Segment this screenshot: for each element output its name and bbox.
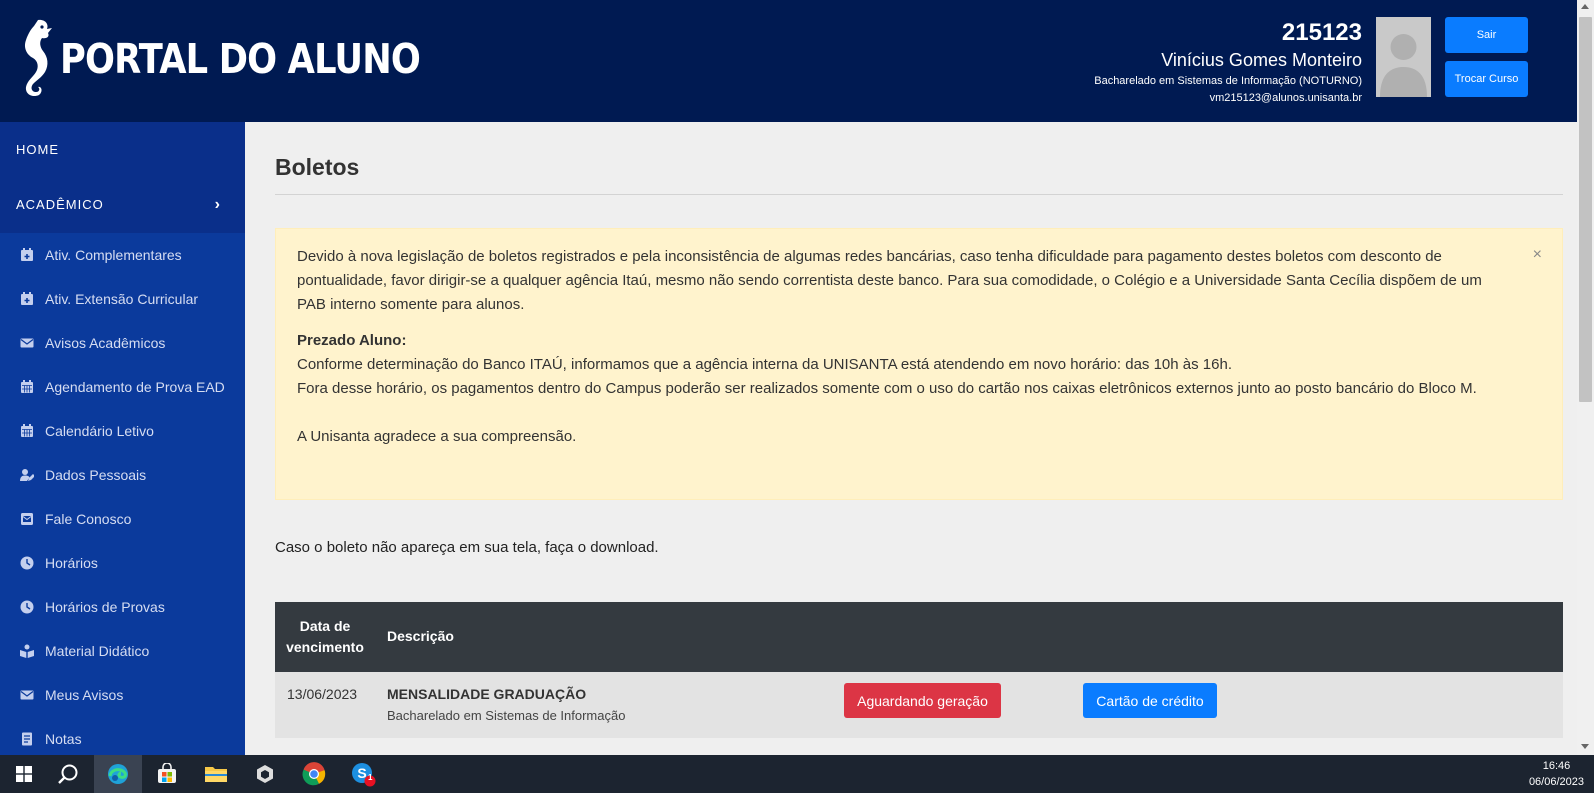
sidebar-item-ativ-complementares[interactable]: Ativ. Complementares xyxy=(0,233,245,277)
alert-heading: Prezado Aluno: xyxy=(297,329,1487,353)
table-row: 13/06/2023 MENSALIDADE GRADUAÇÃO Bachare… xyxy=(275,672,1563,738)
sidebar-item-calendario-letivo[interactable]: Calendário Letivo xyxy=(0,409,245,453)
sidebar-item-label: Fale Conosco xyxy=(45,511,132,527)
sidebar-item-label: HOME xyxy=(16,142,59,157)
calendar-icon xyxy=(20,424,34,438)
edge-browser-icon[interactable] xyxy=(94,755,142,793)
column-header-date-line1: Data de xyxy=(299,618,351,634)
calendar-plus-icon xyxy=(20,292,34,306)
user-course: Bacharelado em Sistemas de Informação (N… xyxy=(1094,75,1362,87)
book-reader-icon xyxy=(20,644,34,658)
description-title: MENSALIDADE GRADUAÇÃO xyxy=(387,686,587,702)
microsoft-store-icon[interactable] xyxy=(143,755,191,793)
sidebar-item-label: Dados Pessoais xyxy=(45,467,147,483)
main-content: Boletos × Devido à nova legislação de bo… xyxy=(275,122,1563,738)
alert-heading-text: Prezado Aluno: xyxy=(297,332,407,349)
top-header: PORTAL DO ALUNO 215123 Vinícius Gomes Mo… xyxy=(0,0,1594,122)
sidebar-item-dados-pessoais[interactable]: Dados Pessoais xyxy=(0,453,245,497)
skype-icon[interactable]: S 1 xyxy=(339,755,387,793)
user-silhouette-icon xyxy=(1380,34,1427,97)
column-header-date-line2: vencimento xyxy=(286,639,364,655)
description-subtitle: Bacharelado em Sistemas de Informação xyxy=(387,708,626,723)
envelope-icon xyxy=(20,336,34,350)
table-header: Data de vencimento Descrição xyxy=(275,602,1563,672)
mail-bulk-icon xyxy=(20,512,34,526)
sidebar-item-notas[interactable]: Notas xyxy=(0,717,245,755)
user-name: Vinícius Gomes Monteiro xyxy=(1161,50,1362,70)
sidebar-item-label: Meus Avisos xyxy=(45,687,124,703)
page-scrollbar[interactable] xyxy=(1577,0,1594,755)
switch-course-button[interactable]: Trocar Curso xyxy=(1445,61,1528,97)
sidebar-item-ativ-extensao[interactable]: Ativ. Extensão Curricular xyxy=(0,277,245,321)
sidebar-item-fale-conosco[interactable]: Fale Conosco xyxy=(0,497,245,541)
sidebar-item-meus-avisos[interactable]: Meus Avisos xyxy=(0,673,245,717)
scroll-down-arrow-icon[interactable] xyxy=(1581,744,1589,749)
seahorse-logo-icon xyxy=(24,19,52,97)
page-title: Boletos xyxy=(275,152,1563,195)
alert-paragraph-campus: Fora desse horário, os pagamentos dentro… xyxy=(297,380,1477,397)
sidebar-item-horarios[interactable]: Horários xyxy=(0,541,245,585)
user-id: 215123 xyxy=(1281,19,1362,46)
sidebar-item-avisos-academicos[interactable]: Avisos Acadêmicos xyxy=(0,321,245,365)
alert-paragraph-legislation: Devido à nova legislação de boletos regi… xyxy=(297,248,1482,313)
sidebar-item-material-didatico[interactable]: Material Didático xyxy=(0,629,245,673)
download-note: Caso o boleto não apareça em sua tela, f… xyxy=(275,539,659,556)
close-icon[interactable]: × xyxy=(1533,243,1542,267)
clock-icon xyxy=(20,556,34,570)
sidebar-top-section: HOME ACADÊMICO › xyxy=(0,122,245,233)
envelope-icon xyxy=(20,688,34,702)
sidebar-item-label: Ativ. Extensão Curricular xyxy=(45,291,199,307)
user-edit-icon xyxy=(20,468,34,482)
portal-logo[interactable]: PORTAL DO ALUNO xyxy=(12,18,479,100)
windows-taskbar: S 1 16:46 06/06/2023 xyxy=(0,755,1594,793)
logo-text: PORTAL DO ALUNO xyxy=(60,35,421,83)
windows-start-icon[interactable] xyxy=(0,755,48,793)
sidebar-item-label: Calendário Letivo xyxy=(45,423,154,439)
sidebar-item-label: ACADÊMICO xyxy=(16,197,104,212)
due-date-cell: 13/06/2023 xyxy=(287,686,358,702)
calendar-icon xyxy=(20,380,34,394)
chevron-right-icon: › xyxy=(214,195,221,213)
sidebar-item-label: Horários de Provas xyxy=(45,599,165,615)
credit-card-button[interactable]: Cartão de crédito xyxy=(1083,683,1217,718)
clock-time: 16:46 xyxy=(1542,760,1571,772)
alert-paragraph-thanks: A Unisanta agradece a sua compreensão. xyxy=(297,428,577,445)
column-header-date: Data de vencimento xyxy=(275,616,375,658)
calendar-plus-icon xyxy=(20,248,34,262)
warning-alert: × Devido à nova legislação de boletos re… xyxy=(275,228,1563,500)
notes-icon xyxy=(20,732,34,746)
awaiting-generation-button[interactable]: Aguardando geração xyxy=(844,683,1001,718)
sidebar-item-home[interactable]: HOME xyxy=(0,122,245,177)
chrome-browser-icon[interactable] xyxy=(290,755,338,793)
system-clock[interactable]: 16:46 06/06/2023 xyxy=(1529,758,1584,790)
alert-paragraph-schedule: Conforme determinação do Banco ITAÚ, inf… xyxy=(297,356,1232,373)
sidebar: HOME ACADÊMICO › Ativ. Complementares At… xyxy=(0,122,245,755)
sidebar-item-label: Notas xyxy=(45,731,82,747)
column-header-description: Descrição xyxy=(387,628,454,644)
user-email: vm215123@alunos.unisanta.br xyxy=(1209,92,1362,104)
clock-icon xyxy=(20,600,34,614)
sidebar-item-horarios-provas[interactable]: Horários de Provas xyxy=(0,585,245,629)
user-info: 215123 Vinícius Gomes Monteiro Bacharela… xyxy=(1094,18,1362,106)
sidebar-item-agendamento-prova[interactable]: Agendamento de Prova EAD xyxy=(0,365,245,409)
file-explorer-icon[interactable] xyxy=(192,755,240,793)
app-cube-icon[interactable] xyxy=(241,755,289,793)
sidebar-item-academico[interactable]: ACADÊMICO › xyxy=(0,177,245,232)
sidebar-item-label: Ativ. Complementares xyxy=(45,247,182,263)
search-icon[interactable] xyxy=(44,755,92,793)
sidebar-item-label: Avisos Acadêmicos xyxy=(45,335,166,351)
clock-date: 06/06/2023 xyxy=(1528,776,1584,788)
logout-button[interactable]: Sair xyxy=(1445,17,1528,53)
sidebar-item-label: Agendamento de Prova EAD xyxy=(45,379,225,395)
scroll-up-arrow-icon[interactable] xyxy=(1581,4,1589,9)
sidebar-item-label: Horários xyxy=(45,555,98,571)
avatar xyxy=(1376,17,1431,97)
notification-badge: 1 xyxy=(368,773,373,782)
sidebar-item-label: Material Didático xyxy=(45,643,150,659)
scrollbar-thumb[interactable] xyxy=(1579,17,1592,402)
